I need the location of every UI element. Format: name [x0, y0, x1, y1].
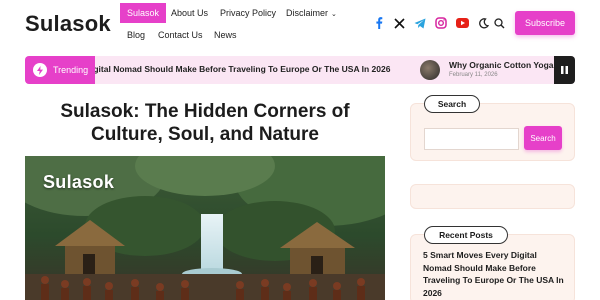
hero-brand-text: Sulasok	[43, 172, 115, 192]
lightning-icon	[33, 63, 47, 77]
nav-item-privacy-policy[interactable]: Privacy Policy	[220, 3, 276, 23]
ticker-headline[interactable]: igital Nomad Should Make Before Travelin…	[91, 64, 390, 74]
nav-item-about-us[interactable]: About Us	[171, 3, 208, 23]
nav-item-blog[interactable]: Blog	[127, 25, 145, 45]
recent-posts-widget: Recent Posts 5 Smart Moves Every Digital…	[410, 226, 575, 300]
hero-image[interactable]: Sulasok	[25, 156, 385, 300]
ticker-thumbnail[interactable]	[420, 60, 440, 80]
nav-item-disclaimer-label: Disclaimer	[286, 8, 329, 18]
facebook-icon[interactable]	[372, 14, 386, 32]
site-logo[interactable]: Sulasok	[25, 11, 111, 37]
search-widget-heading: Search	[424, 95, 480, 113]
instagram-icon[interactable]	[434, 14, 448, 32]
nav-item-contact-us[interactable]: Contact Us	[158, 25, 203, 45]
x-twitter-icon[interactable]	[392, 14, 406, 32]
sidebar-widget-empty	[410, 184, 575, 209]
subscribe-button[interactable]: Subscribe	[515, 11, 575, 35]
pause-button[interactable]	[554, 56, 575, 84]
trending-ticker: Trending igital Nomad Should Make Before…	[25, 56, 575, 84]
telegram-icon[interactable]	[413, 14, 427, 32]
recent-posts-heading: Recent Posts	[424, 226, 508, 244]
search-button[interactable]: Search	[524, 126, 562, 150]
nav-item-sulasok[interactable]: Sulasok	[120, 3, 167, 23]
moon-icon[interactable]	[476, 14, 490, 32]
search-icon[interactable]	[492, 14, 506, 32]
search-widget: Search Search	[410, 95, 575, 161]
chevron-down-icon: ⌄	[331, 11, 337, 18]
recent-post-link[interactable]: 5 Smart Moves Every Digital Nomad Should…	[423, 249, 568, 299]
nav-item-disclaimer[interactable]: Disclaimer ⌄	[286, 3, 337, 23]
ticker-date: February 11, 2026	[449, 72, 498, 78]
search-input[interactable]	[424, 128, 519, 150]
article-title: Sulasok: The Hidden Corners of Culture, …	[60, 101, 350, 145]
trending-label: Trending	[53, 65, 89, 75]
nav-item-news[interactable]: News	[214, 25, 237, 45]
trending-badge: Trending	[25, 56, 95, 84]
pause-icon	[561, 66, 568, 74]
youtube-icon[interactable]	[455, 14, 469, 32]
